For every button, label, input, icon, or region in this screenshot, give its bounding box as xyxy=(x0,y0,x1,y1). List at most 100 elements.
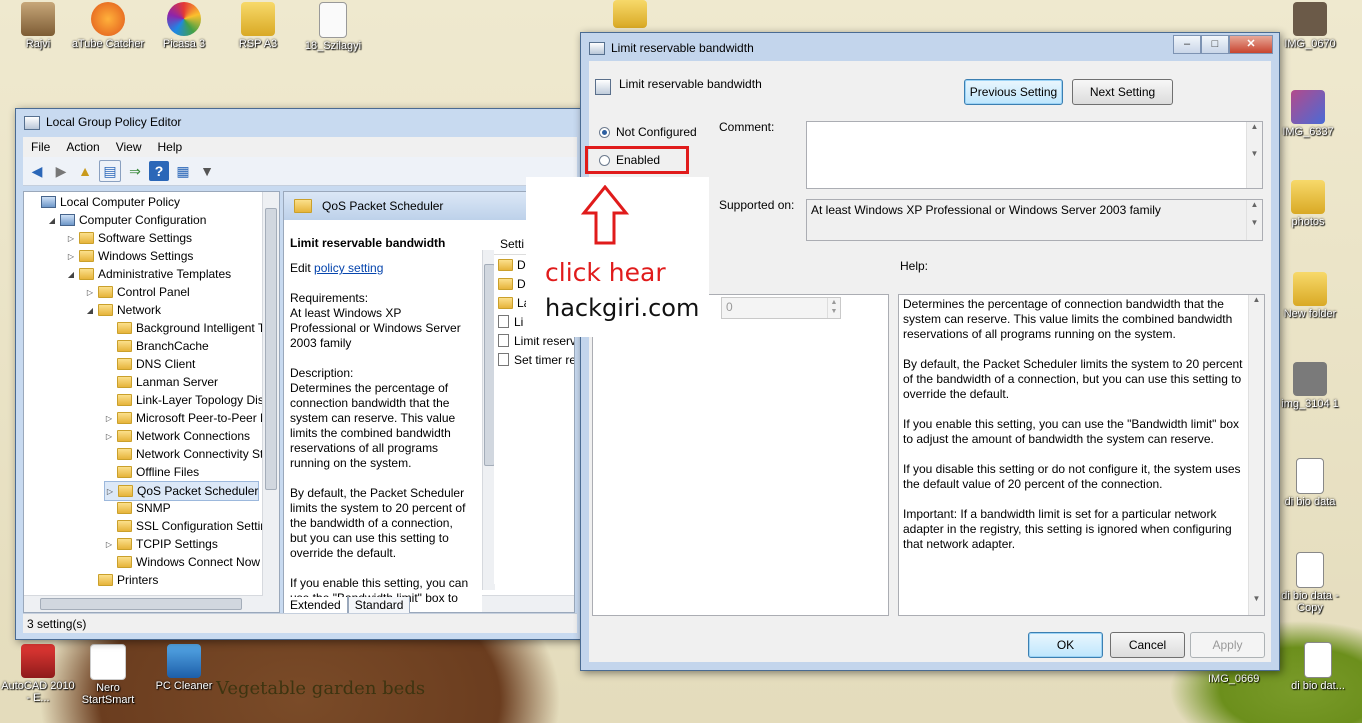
tree-item[interactable]: ◢ Administrative Templates xyxy=(66,265,231,283)
menu-help[interactable]: Help xyxy=(150,137,191,157)
desktop-icon-folder-top[interactable] xyxy=(592,0,668,30)
desktop-icon-rsp-a3[interactable]: RSP A3 xyxy=(220,2,296,50)
tree-item[interactable]: Network Connectivity Stat xyxy=(104,445,273,463)
show-hide-tree-icon[interactable]: ▤ xyxy=(99,160,121,182)
ok-button[interactable]: OK xyxy=(1028,632,1103,658)
desktop-icon-new-folder[interactable]: New folder xyxy=(1272,272,1348,320)
expand-open-icon[interactable]: ◢ xyxy=(85,306,95,315)
tree-hscroll-thumb[interactable] xyxy=(40,598,242,610)
tree-item[interactable]: Windows Connect Now xyxy=(104,553,260,571)
tree-item-selected[interactable]: ▷ QoS Packet Scheduler xyxy=(104,481,260,501)
desktop-icon-photos[interactable]: photos xyxy=(1270,180,1346,228)
spinner-arrows-icon[interactable]: ▲ ▼ xyxy=(827,298,840,318)
folder-icon xyxy=(117,430,132,442)
expand-closed-icon[interactable]: ▷ xyxy=(66,252,76,261)
tree-item[interactable]: Link-Layer Topology Disc xyxy=(104,391,270,409)
tree-item-label: Windows Settings xyxy=(98,249,194,263)
desktop-icon-atube-catcher[interactable]: aTube Catcher xyxy=(70,2,146,50)
tab-standard[interactable]: Standard xyxy=(347,597,411,614)
policy-setting-icon xyxy=(498,334,509,347)
tree-vscroll[interactable] xyxy=(262,192,279,612)
tree-item[interactable]: ▷ Control Panel xyxy=(85,283,190,301)
help-icon[interactable]: ? xyxy=(149,161,169,181)
up-folder-icon[interactable]: ▲ xyxy=(75,161,95,181)
export-list-icon[interactable]: ⇒ xyxy=(125,161,145,181)
desktop-icon-picasa[interactable]: Picasa 3 xyxy=(146,2,222,50)
bandwidth-limit-spinner[interactable]: 0 ▲ ▼ xyxy=(721,297,841,319)
back-arrow-icon[interactable]: ◀ xyxy=(27,161,47,181)
desktop-icon-rajvi[interactable]: Rajvi xyxy=(0,2,76,50)
tree-item[interactable]: BranchCache xyxy=(104,337,209,355)
comment-scrollbar[interactable]: ▲ ▼ xyxy=(1246,122,1262,188)
tree-item-label: TCPIP Settings xyxy=(136,537,218,551)
tree-item[interactable]: Offline Files xyxy=(104,463,199,481)
tree-item[interactable]: SSL Configuration Setting xyxy=(104,517,274,535)
requirements-text: At least Windows XP Professional or Wind… xyxy=(290,306,461,350)
tree-item[interactable]: Lanman Server xyxy=(104,373,218,391)
not-configured-radio[interactable]: Not Configured xyxy=(599,125,697,139)
tree-item[interactable]: ◢ Computer Configuration xyxy=(47,211,206,229)
tree-item[interactable]: Local Computer Policy xyxy=(28,193,180,211)
desktop-icon-szilagyi[interactable]: 18_Szilagyi xyxy=(295,2,371,52)
tab-extended[interactable]: Extended xyxy=(283,597,348,614)
expand-closed-icon[interactable]: ▷ xyxy=(104,432,114,441)
desktop-icon-di-bio-data[interactable]: di bio data xyxy=(1272,458,1348,508)
requirements-label: Requirements: xyxy=(290,291,369,305)
gpe-titlebar[interactable]: Local Group Policy Editor xyxy=(16,109,584,137)
desktop-icon-img-0670[interactable]: IMG_0670 xyxy=(1272,2,1348,50)
desktop-icon-img-6337[interactable]: IMG_6337 xyxy=(1270,90,1346,138)
comment-textarea[interactable]: ▲ ▼ xyxy=(806,121,1263,189)
menu-file[interactable]: File xyxy=(23,137,58,157)
tree-item[interactable]: ▷ Microsoft Peer-to-Peer Ne xyxy=(104,409,275,427)
tree-item[interactable]: ▷ Software Settings xyxy=(66,229,192,247)
expand-open-icon[interactable]: ◢ xyxy=(47,216,57,225)
minimize-icon[interactable]: – xyxy=(1173,35,1201,54)
tree-item[interactable]: DNS Client xyxy=(104,355,195,373)
apply-button[interactable]: Apply xyxy=(1190,632,1265,658)
tree-item[interactable]: ▷ TCPIP Settings xyxy=(104,535,218,553)
tree-vscroll-thumb[interactable] xyxy=(265,208,277,490)
tree-item[interactable]: Printers xyxy=(85,571,158,589)
list-hscroll[interactable] xyxy=(482,595,574,612)
dialog-titlebar[interactable]: Limit reservable bandwidth – □ ✕ xyxy=(581,33,1279,61)
expand-closed-icon[interactable]: ▷ xyxy=(104,414,114,423)
tree-item[interactable]: ▷ Windows Settings xyxy=(66,247,193,265)
tree-item[interactable]: ◢ Network xyxy=(85,301,161,319)
previous-setting-button[interactable]: Previous Setting xyxy=(964,79,1063,105)
supported-scrollbar[interactable]: ▲ ▼ xyxy=(1246,200,1262,240)
computer-icon xyxy=(41,196,56,208)
desktop-icon-pc-cleaner[interactable]: PC Cleaner xyxy=(146,644,222,692)
expand-closed-icon[interactable]: ▷ xyxy=(66,234,76,243)
properties-icon[interactable]: ▦ xyxy=(173,161,193,181)
cancel-button[interactable]: Cancel xyxy=(1110,632,1185,658)
policy-tree-pane: Local Computer Policy ◢ Computer Configura… xyxy=(23,191,280,613)
desktop-icon-img-3104[interactable]: img_3104 1 xyxy=(1272,362,1348,410)
filter-icon[interactable]: ▼ xyxy=(197,161,217,181)
folder-icon xyxy=(98,574,113,586)
expand-closed-icon[interactable]: ▷ xyxy=(105,487,115,496)
expand-open-icon[interactable]: ◢ xyxy=(66,270,76,279)
desktop-icon-autocad[interactable]: AutoCAD 2010 - E... xyxy=(0,644,76,704)
forward-arrow-icon[interactable]: ▶ xyxy=(51,161,71,181)
tree-item[interactable]: ▷ Network Connections xyxy=(104,427,250,445)
desktop-icon-nero[interactable]: Nero StartSmart xyxy=(70,644,146,706)
menu-action[interactable]: Action xyxy=(58,137,107,157)
tree-hscroll[interactable] xyxy=(24,595,263,612)
maximize-icon[interactable]: □ xyxy=(1201,35,1229,54)
up-arrow-icon xyxy=(580,185,630,245)
expand-closed-icon[interactable]: ▷ xyxy=(85,288,95,297)
settings-list-item[interactable]: Set timer res xyxy=(494,350,574,369)
desktop-icon-di-bio-data-copy[interactable]: di bio data - Copy xyxy=(1272,552,1348,614)
computer-icon xyxy=(60,214,75,226)
folder-icon xyxy=(117,322,132,334)
tree-item[interactable]: Background Intelligent Tr xyxy=(104,319,269,337)
help-scrollbar[interactable]: ▲ ▼ xyxy=(1248,295,1264,615)
edit-policy-link[interactable]: policy setting xyxy=(314,261,383,275)
close-icon[interactable]: ✕ xyxy=(1229,35,1273,54)
expand-closed-icon[interactable]: ▷ xyxy=(104,540,114,549)
menu-view[interactable]: View xyxy=(108,137,150,157)
tree-item[interactable]: SNMP xyxy=(104,499,171,517)
next-setting-button[interactable]: Next Setting xyxy=(1072,79,1173,105)
tree-item-label: Background Intelligent Tr xyxy=(136,321,269,335)
desktop-icon-di-bio-dat[interactable]: di bio dat... xyxy=(1280,642,1356,692)
